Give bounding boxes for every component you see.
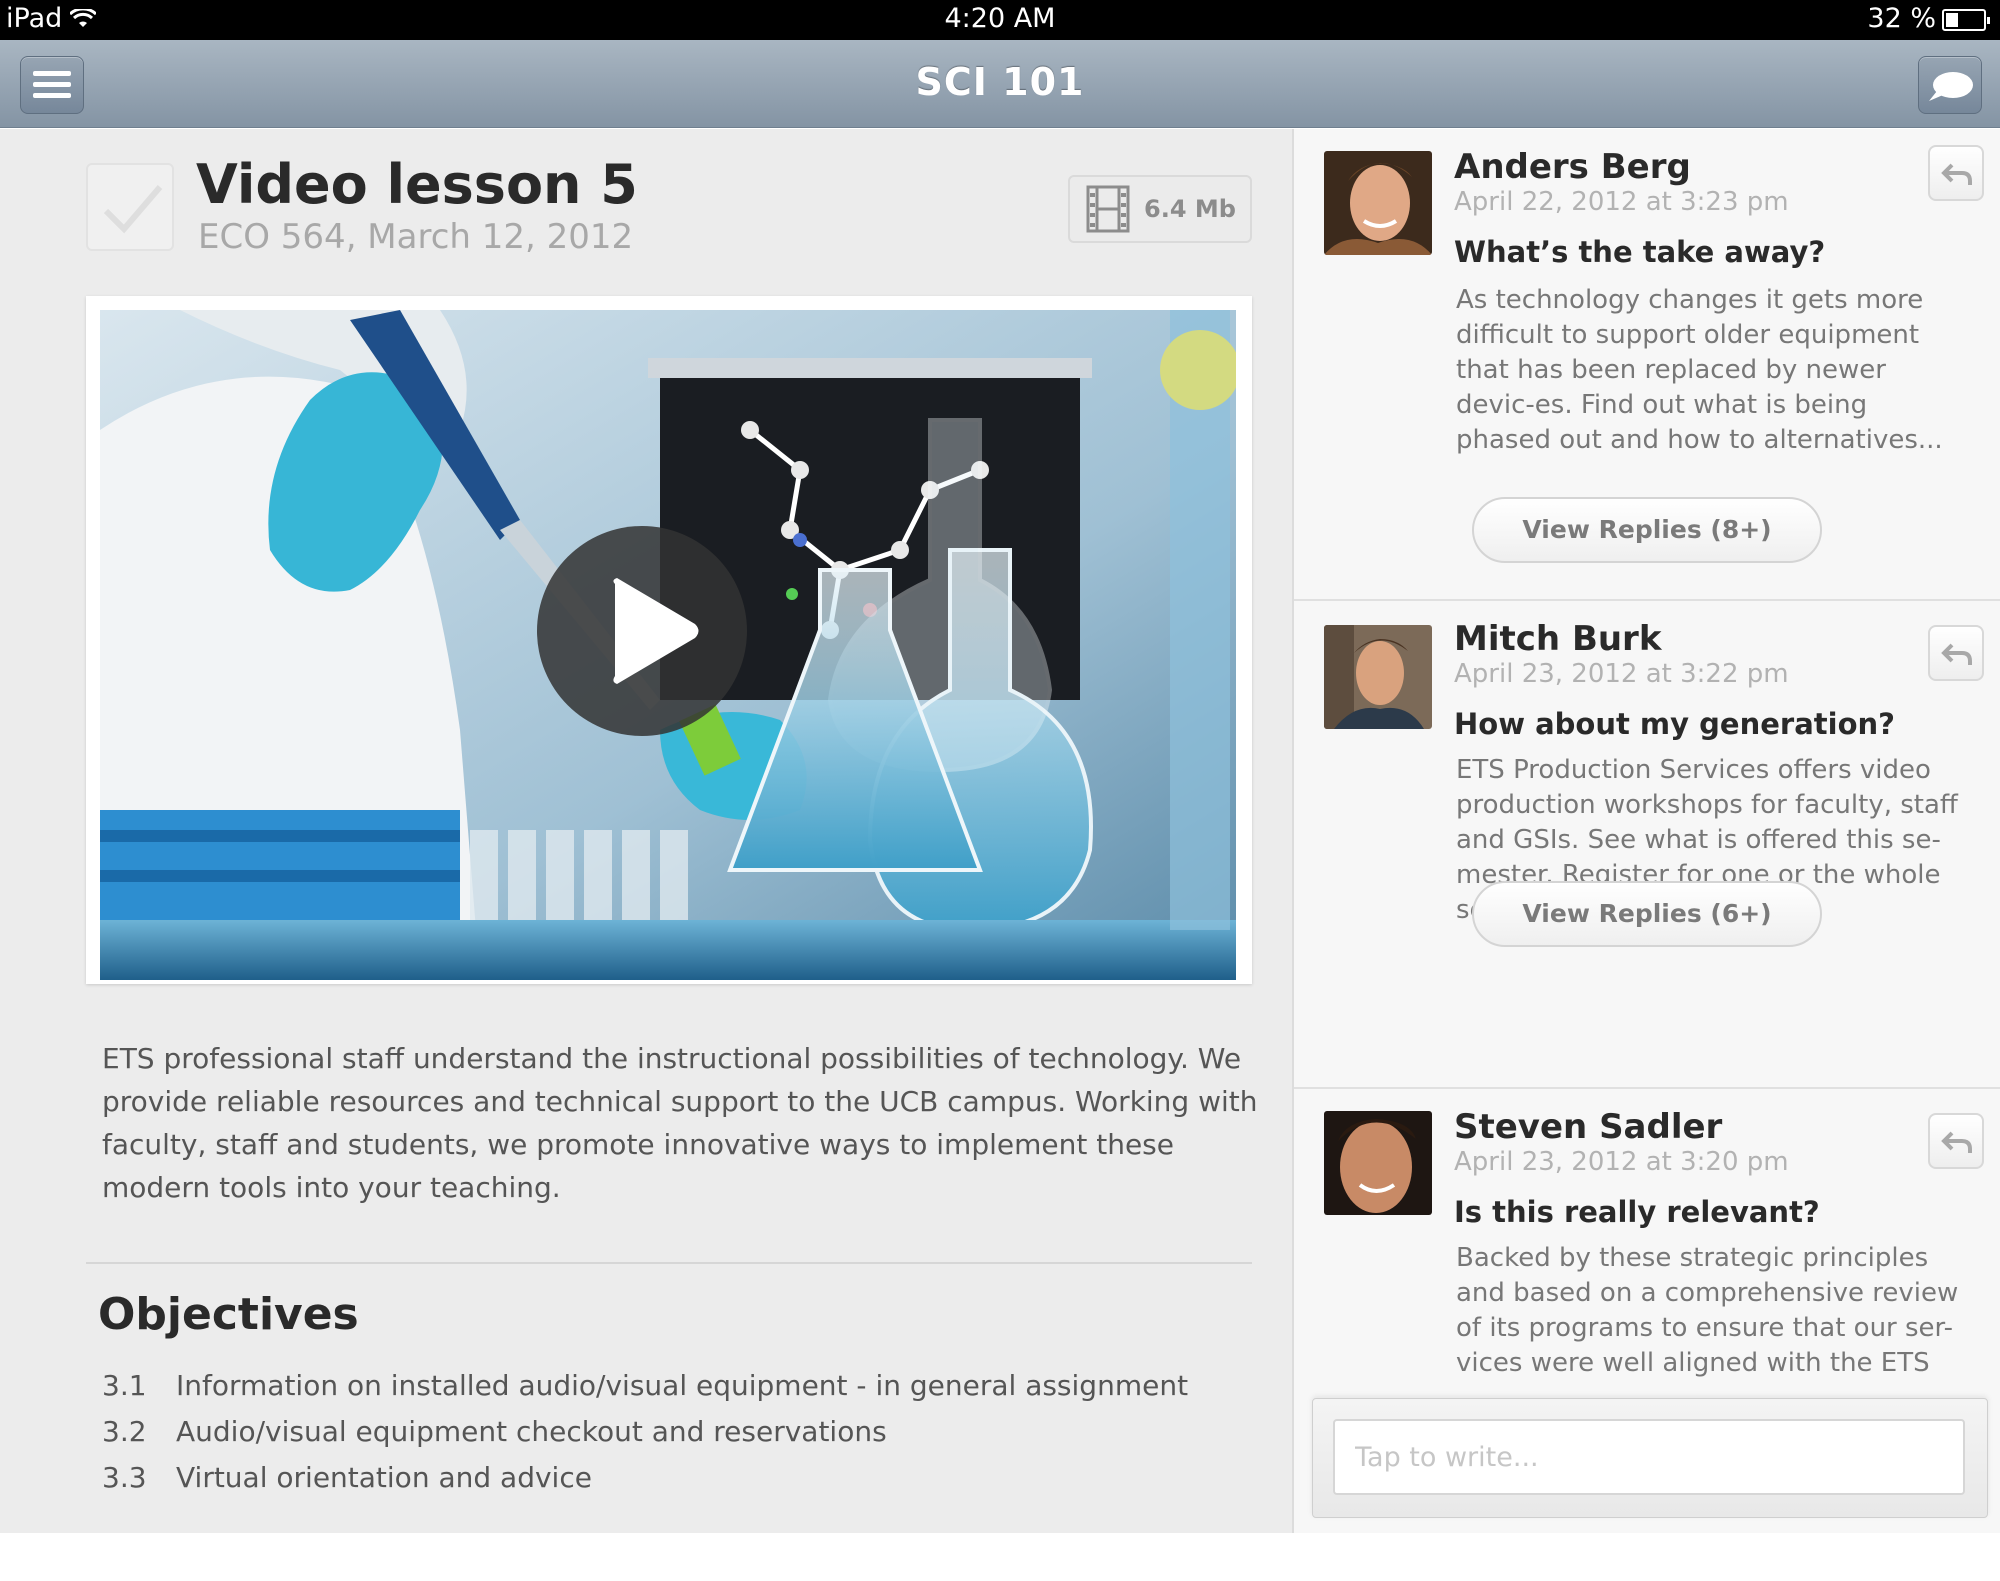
bottom-margin — [0, 1533, 2000, 1581]
post-date: April 23, 2012 at 3:22 pm — [1454, 659, 1789, 689]
post-topic: What’s the take away? — [1454, 235, 1826, 269]
objective-number: 3.1 — [102, 1369, 147, 1402]
discussion-post: Anders Berg April 22, 2012 at 3:23 pm Wh… — [1294, 129, 2000, 599]
post-topic: How about my generation? — [1454, 707, 1895, 741]
post-author[interactable]: Steven Sadler — [1454, 1107, 1722, 1147]
objective-text: Information on installed audio/visual eq… — [176, 1369, 1189, 1402]
page-title: SCI 101 — [915, 60, 1085, 104]
avatar — [1324, 625, 1432, 729]
status-right: 32 % — [1867, 3, 1990, 34]
post-date: April 22, 2012 at 3:23 pm — [1454, 187, 1789, 217]
file-size-badge[interactable]: 6.4 Mb — [1068, 175, 1252, 243]
objective-item: 3.3 Virtual orientation and advice — [102, 1461, 1252, 1507]
objective-number: 3.3 — [102, 1461, 147, 1494]
reply-button[interactable] — [1928, 1113, 1984, 1169]
view-replies-button[interactable]: View Replies (6+) — [1472, 881, 1822, 947]
reply-button[interactable] — [1928, 145, 1984, 201]
discussion-pane: Anders Berg April 22, 2012 at 3:23 pm Wh… — [1292, 129, 2000, 1533]
post-author[interactable]: Anders Berg — [1454, 147, 1691, 187]
clock: 4:20 AM — [944, 3, 1056, 34]
objective-item: 3.1 Information on installed audio/visua… — [102, 1369, 1252, 1415]
compose-input[interactable] — [1333, 1419, 1965, 1495]
lesson-pane: Video lesson 5 ECO 564, March 12, 2012 6… — [0, 129, 1292, 1533]
battery-icon — [1942, 8, 1990, 31]
objectives-list: 3.1 Information on installed audio/visua… — [102, 1369, 1252, 1507]
battery-percent: 32 % — [1867, 3, 1936, 34]
avatar — [1324, 151, 1432, 255]
lesson-title: Video lesson 5 — [196, 153, 638, 216]
post-body: Backed by these strategic principles and… — [1456, 1243, 1959, 1378]
view-replies-button[interactable]: View Replies (8+) — [1472, 497, 1822, 563]
objective-number: 3.2 — [102, 1415, 147, 1448]
play-icon — [613, 578, 699, 684]
reply-arrow-icon — [1941, 643, 1972, 665]
avatar — [1324, 1111, 1432, 1215]
objectives-heading: Objectives — [98, 1289, 359, 1340]
navigation-bar: SCI 101 — [0, 40, 2000, 128]
post-author[interactable]: Mitch Burk — [1454, 619, 1661, 659]
objective-item: 3.2 Audio/visual equipment checkout and … — [102, 1415, 1252, 1461]
post-body: As technology changes it gets more diffi… — [1456, 285, 1943, 455]
chat-bubble-icon — [1929, 72, 1973, 101]
file-size-label: 6.4 Mb — [1144, 195, 1236, 223]
video-player[interactable] — [86, 296, 1252, 984]
discussion-post: Mitch Burk April 23, 2012 at 3:22 pm How… — [1294, 601, 2000, 981]
checkmark-icon — [103, 185, 163, 234]
completion-checkbox[interactable] — [86, 163, 174, 251]
reply-button[interactable] — [1928, 625, 1984, 681]
post-topic: Is this really relevant? — [1454, 1195, 1820, 1229]
chat-button[interactable] — [1918, 56, 1982, 114]
status-bar: iPad 4:20 AM 32 % — [0, 0, 2000, 40]
compose-bar — [1312, 1398, 1988, 1518]
divider — [86, 1262, 1252, 1264]
film-icon — [1086, 185, 1130, 233]
lesson-subtitle: ECO 564, March 12, 2012 — [198, 217, 634, 257]
lesson-description: ETS professional staff understand the in… — [102, 1042, 1258, 1204]
objective-text: Audio/visual equipment checkout and rese… — [176, 1415, 887, 1448]
reply-arrow-icon — [1941, 1131, 1972, 1153]
post-date: April 23, 2012 at 3:20 pm — [1454, 1147, 1789, 1177]
play-button[interactable] — [537, 526, 747, 736]
reply-arrow-icon — [1941, 163, 1972, 185]
objective-text: Virtual orientation and advice — [176, 1461, 592, 1494]
